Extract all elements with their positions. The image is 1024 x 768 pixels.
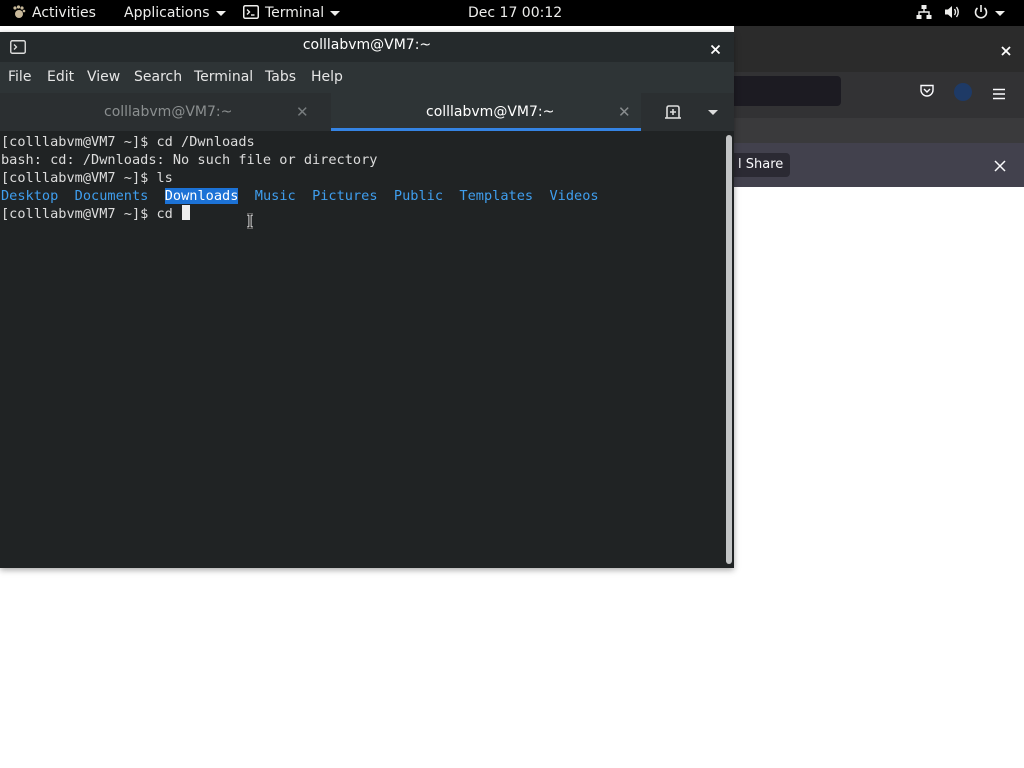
close-icon[interactable] [710,40,721,59]
activities-label: Activities [32,5,96,21]
dir-pictures: Pictures [312,188,378,204]
top-bar: Activities Applications Terminal Dec 17 … [0,0,1024,26]
account-icon[interactable] [954,83,972,101]
dir-videos: Videos [549,188,599,204]
terminal-line: [colllabvm@VM7 ~]$ ls [1,170,173,186]
firefox-tab-strip [734,118,1024,143]
dir-music: Music [254,188,296,204]
tab-close-icon[interactable]: ✕ [296,93,309,131]
close-icon[interactable] [1000,42,1012,61]
menu-edit[interactable]: Edit [47,62,74,93]
gnome-foot-icon [12,2,26,18]
menu-bar: File Edit View Search Terminal Tabs Help [0,62,734,93]
menu-terminal[interactable]: Terminal [194,62,253,93]
url-bar[interactable] [734,76,841,106]
terminal-window: colllabvm@VM7:~ File Edit View Search Te… [0,32,734,568]
share-button[interactable]: l Share [734,153,790,177]
applications-menu[interactable]: Applications [124,0,226,26]
network-icon[interactable] [916,0,932,26]
dir-templates: Templates [459,188,534,204]
dir-desktop: Desktop [1,188,59,204]
firefox-window: l Share [734,26,1024,768]
pocket-icon[interactable] [919,83,935,103]
tab-list-chevron-down-icon[interactable] [708,110,718,115]
tab-label: colllabvm@VM7:~ [104,104,233,120]
volume-icon[interactable] [944,0,962,26]
chevron-down-icon [215,10,226,16]
chevron-down-icon [330,10,341,16]
dir-public: Public [393,188,444,204]
menu-tabs[interactable]: Tabs [265,62,296,93]
chevron-down-icon [995,10,1005,16]
terminal-prompt-line: [colllabvm@VM7 ~]$ cd [1,205,191,223]
activities-button[interactable]: Activities [12,0,96,26]
window-title: colllabvm@VM7:~ [302,37,432,53]
terminal-app-label: Terminal [265,5,325,21]
terminal-output[interactable]: [colllabvm@VM7 ~]$ cd /Dwnloads bash: cd… [0,131,724,568]
text-cursor [182,205,191,220]
tab-2[interactable]: colllabvm@VM7:~ [331,93,641,131]
menu-help[interactable]: Help [311,62,343,93]
new-tab-icon[interactable] [664,103,682,125]
hamburger-menu-icon[interactable] [992,85,1006,104]
ls-output-line: Desktop Documents Downloads Music Pictur… [1,187,599,205]
tab-bar: colllabvm@VM7:~ ✕ colllabvm@VM7:~ ✕ [0,93,734,131]
terminal-line: [colllabvm@VM7 ~]$ cd /Dwnloads [1,134,255,150]
terminal-titlebar[interactable]: colllabvm@VM7:~ [0,32,734,62]
tab-label: colllabvm@VM7:~ [426,104,555,120]
close-icon[interactable] [993,158,1007,177]
menu-file[interactable]: File [8,62,31,93]
terminal-scrollbar[interactable] [724,131,734,568]
applications-label: Applications [124,5,210,21]
power-menu[interactable] [973,0,1005,26]
firefox-titlebar [734,26,1024,72]
terminal-line: [colllabvm@VM7 ~]$ cd [1,206,182,222]
menu-search[interactable]: Search [134,62,182,93]
tab-close-icon[interactable]: ✕ [618,93,631,131]
tab-1[interactable]: colllabvm@VM7:~ [0,93,330,131]
terminal-line: bash: cd: /Dwnloads: No such file or dir… [1,152,378,168]
clock[interactable]: Dec 17 00:12 [468,0,562,26]
menu-view[interactable]: View [87,62,120,93]
dir-downloads: Downloads [164,188,239,204]
terminal-app-icon [243,2,259,19]
ibeam-cursor-icon [245,212,255,230]
terminal-app-menu[interactable]: Terminal [243,0,341,26]
dir-documents: Documents [74,188,149,204]
power-icon [973,5,989,21]
scrollbar-thumb[interactable] [726,135,732,564]
